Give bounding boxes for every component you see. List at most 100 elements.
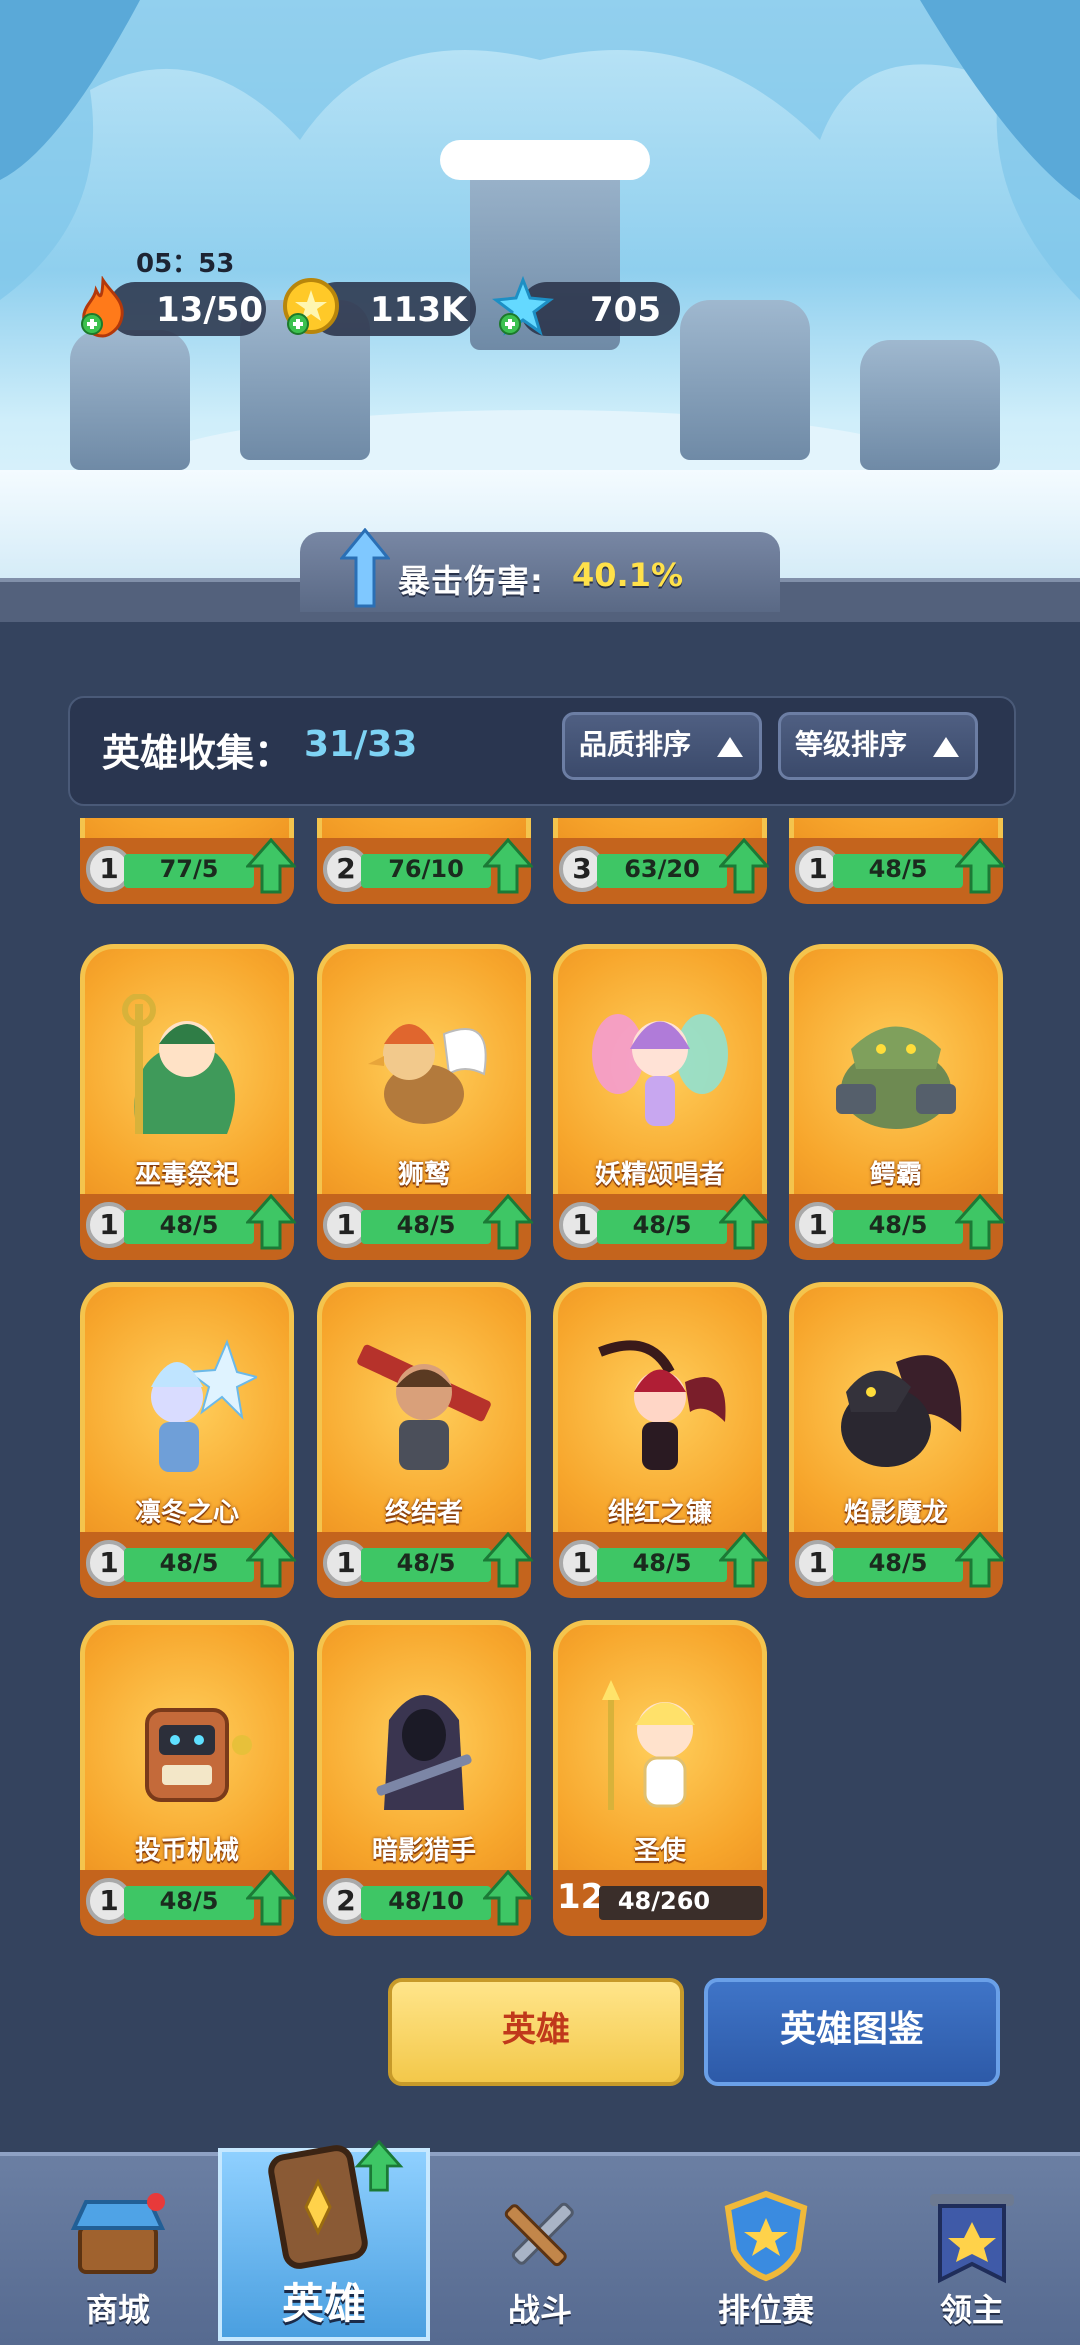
- hero-progress: 48/5: [396, 1549, 456, 1577]
- hero-card-flame-shadow-dragon[interactable]: 焰影魔龙 1 48/5: [789, 1282, 1005, 1598]
- hero-card-griffin[interactable]: 狮鹫 1 48/5: [317, 944, 533, 1260]
- upgrade-arrow-icon: [246, 1194, 296, 1250]
- flame-shadow-dragon-portrait: [841, 1355, 962, 1467]
- hero-card[interactable]: 3 63/20: [553, 818, 769, 904]
- crit-value: 40.1%: [572, 556, 684, 594]
- shop-icon: [70, 2193, 166, 2274]
- hero-card-holy-envoy[interactable]: 圣使 12 48/260: [553, 1620, 767, 1936]
- upgrade-arrow-icon: [955, 1194, 1005, 1250]
- hero-card-croc-tyrant[interactable]: 鳄霸 1 48/5: [789, 944, 1005, 1260]
- upgrade-arrow-icon: [246, 1532, 296, 1588]
- hero-progress: 48/5: [159, 1211, 219, 1239]
- lord-banner-icon: [930, 2194, 1014, 2284]
- nav-battle[interactable]: 战斗: [440, 2152, 640, 2341]
- crystal-icon: [492, 276, 554, 336]
- hero-name: 凛冬之心: [134, 1498, 239, 1528]
- holy-envoy-portrait: [602, 1680, 695, 1810]
- hero-name: 暗影猎手: [371, 1836, 476, 1866]
- hero-progress: 48/5: [159, 1549, 219, 1577]
- nav-shop[interactable]: 商城: [18, 2152, 218, 2341]
- gold-coin-icon: [283, 278, 339, 335]
- terminator-portrait: [357, 1344, 491, 1470]
- hero-card[interactable]: 1 48/5: [789, 818, 1005, 904]
- hero-codex-button[interactable]: 英雄图鉴: [704, 1978, 1000, 2086]
- crossed-swords-icon: [504, 2202, 574, 2267]
- crimson-scythe-portrait: [598, 1340, 726, 1470]
- crit-up-arrow-icon: [340, 528, 390, 608]
- hero-progress: 76/10: [388, 855, 464, 883]
- griffin-portrait: [368, 1024, 487, 1124]
- nav-label: 领主: [939, 2291, 1004, 2329]
- hero-card-winter-heart[interactable]: 凛冬之心 1 48/5: [80, 1282, 296, 1598]
- energy-value: 13/50: [156, 290, 264, 330]
- hero-name: 投币机械: [134, 1836, 239, 1866]
- hero-name: 狮鹫: [397, 1160, 450, 1190]
- hero-progress: 77/5: [159, 855, 219, 883]
- upgrade-arrow-icon: [354, 2140, 404, 2192]
- upgrade-arrow-icon: [483, 1194, 533, 1250]
- hero-card[interactable]: 2 76/10: [317, 818, 533, 904]
- coin-machine-portrait: [145, 1708, 252, 1802]
- sort-ascending-icon: [933, 737, 959, 757]
- hero-progress: 48/5: [868, 855, 928, 883]
- hero-card-fairy-singer[interactable]: 妖精颂唱者 1 48/5: [553, 944, 769, 1260]
- upgrade-arrow-icon: [483, 1532, 533, 1588]
- collection-count: 31/33: [304, 724, 418, 765]
- upgrade-arrow-icon: [955, 838, 1005, 894]
- sort-level-label: 等级排序: [795, 728, 908, 761]
- nav-heroes[interactable]: 英雄: [224, 2140, 424, 2341]
- hero-card-terminator[interactable]: 终结者 1 48/5: [317, 1282, 533, 1598]
- gold-value: 113K: [370, 290, 468, 330]
- croc-tyrant-portrait: [836, 1026, 956, 1129]
- winter-heart-portrait: [151, 1339, 257, 1472]
- hero-progress: 48/260: [617, 1887, 711, 1915]
- hero-card[interactable]: 1 77/5: [80, 818, 296, 904]
- hero-progress: 48/5: [632, 1211, 692, 1239]
- hero-name: 鳄霸: [869, 1160, 922, 1190]
- upgrade-arrow-icon: [246, 838, 296, 894]
- hero-card-crimson-scythe[interactable]: 绯红之镰 1 48/5: [553, 1282, 769, 1598]
- nav-label: 战斗: [507, 2291, 572, 2329]
- nav-label: 商城: [85, 2291, 150, 2329]
- hero-name: 绯红之镰: [607, 1498, 712, 1528]
- upgrade-arrow-icon: [483, 1870, 533, 1926]
- hero-name: 妖精颂唱者: [594, 1160, 725, 1190]
- shadow-hunter-portrait: [376, 1695, 472, 1810]
- sort-level-button[interactable]: 等级排序: [778, 712, 978, 780]
- snow-cap: [440, 140, 650, 180]
- voodoo-priest-portrait: [122, 994, 235, 1134]
- flame-icon: [81, 276, 124, 338]
- hero-progress: 48/5: [632, 1549, 692, 1577]
- crit-label: 暴击伤害:: [398, 562, 544, 600]
- hero-progress: 48/5: [159, 1887, 219, 1915]
- hero-button[interactable]: 英雄: [388, 1978, 684, 2086]
- hero-name: 终结者: [384, 1498, 463, 1528]
- hero-grid: 1 77/5 2 76/10 3 63/20 1 48/5 巫毒祭祀 1 48/…: [0, 818, 1080, 1938]
- upgrade-arrow-icon: [719, 1194, 769, 1250]
- sort-ascending-icon: [717, 737, 743, 757]
- sort-quality-button[interactable]: 品质排序: [562, 712, 762, 780]
- energy-timer: 05：53: [136, 249, 235, 279]
- sort-quality-label: 品质排序: [579, 728, 692, 761]
- nav-label: 排位赛: [717, 2291, 814, 2329]
- hero-progress: 48/10: [388, 1887, 464, 1915]
- nav-lord[interactable]: 领主: [872, 2152, 1072, 2341]
- hero-progress: 63/20: [624, 855, 700, 883]
- statue-left: [70, 330, 190, 470]
- hero-progress: 48/5: [396, 1211, 456, 1239]
- nav-label: 英雄: [281, 2279, 366, 2328]
- statue-right-mid: [680, 300, 810, 460]
- hero-card-shadow-hunter[interactable]: 暗影猎手 2 48/10: [317, 1620, 533, 1936]
- hero-card-voodoo-priest[interactable]: 巫毒祭祀 1 48/5: [80, 944, 296, 1260]
- collection-label: 英雄收集：: [102, 731, 293, 775]
- hero-name: 圣使: [633, 1836, 686, 1866]
- upgrade-arrow-icon: [719, 1532, 769, 1588]
- ranked-shield-icon: [724, 2190, 808, 2282]
- hero-name: 巫毒祭祀: [134, 1160, 239, 1190]
- hero-name: 焰影魔龙: [843, 1498, 948, 1528]
- hero-card-coin-machine[interactable]: 投币机械 1 48/5: [80, 1620, 296, 1936]
- nav-ranked[interactable]: 排位赛: [666, 2152, 866, 2341]
- upgrade-arrow-icon: [955, 1532, 1005, 1588]
- hero-level: 12: [557, 1877, 605, 1917]
- upgrade-arrow-icon: [483, 838, 533, 894]
